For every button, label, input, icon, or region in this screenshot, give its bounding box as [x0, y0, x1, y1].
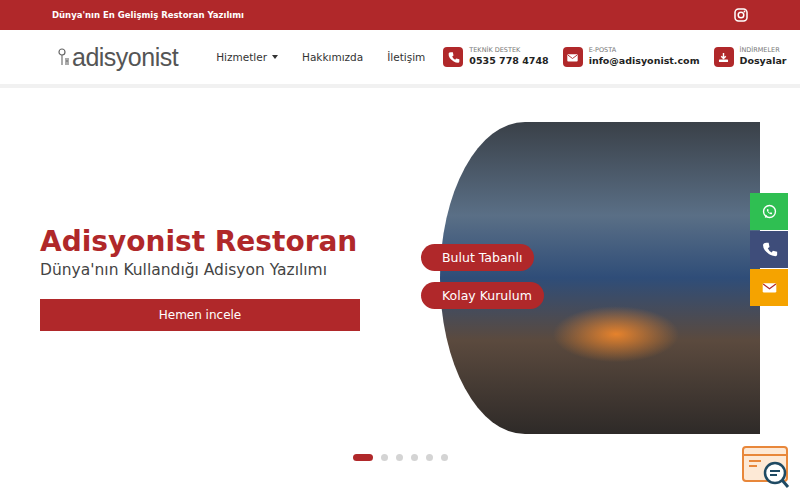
contact-list: TEKNİK DESTEK0535 778 4748 E-POSTAinfo@ad…	[443, 47, 786, 67]
menu-label: Hizmetler	[216, 51, 267, 63]
phone-icon	[443, 47, 463, 67]
slogan: Dünya'nın En Gelişmiş Restoran Yazılımı	[52, 10, 244, 20]
logo-text: adisyonist	[72, 43, 178, 72]
instagram-icon[interactable]	[734, 8, 748, 22]
contact-item[interactable]: E-POSTAinfo@adisyonist.com	[563, 47, 700, 67]
logo-icon	[58, 47, 70, 67]
carousel-dot[interactable]	[353, 454, 373, 461]
contact-text: İNDİRMELERDosyalar	[740, 47, 787, 66]
whatsapp-icon	[761, 203, 778, 220]
hero-subtitle: Dünya'nın Kullandığı Adisyon Yazılımı	[40, 261, 360, 279]
phone-icon	[761, 241, 778, 258]
navbar: adisyonist Hizmetler Hakkımızda İletişim TEK…	[0, 30, 800, 88]
carousel-dots	[0, 454, 800, 461]
carousel-dot[interactable]	[396, 454, 403, 461]
carousel-dot[interactable]	[381, 454, 388, 461]
phone-glyph-icon	[447, 51, 460, 64]
factory-photo	[440, 122, 760, 434]
contact-text: TEKNİK DESTEK0535 778 4748	[469, 47, 548, 66]
contact-item[interactable]: TEKNİK DESTEK0535 778 4748	[443, 47, 548, 67]
menu-label: İletişim	[387, 51, 425, 63]
email-icon	[563, 47, 583, 67]
phone-button[interactable]	[750, 231, 788, 268]
main-menu: Hizmetler Hakkımızda İletişim	[216, 51, 425, 63]
cta-button[interactable]: Hemen incele	[40, 299, 360, 331]
contact-text: E-POSTAinfo@adisyonist.com	[589, 47, 700, 66]
feature-badge: Bulut Tabanlı	[421, 244, 534, 271]
download-glyph-icon	[717, 51, 730, 64]
top-bar: Dünya'nın En Gelişmiş Restoran Yazılımı	[0, 0, 800, 30]
caret-icon	[272, 55, 278, 59]
contact-value: 0535 778 4748	[469, 55, 548, 66]
menu-item[interactable]: Hizmetler	[216, 51, 278, 63]
carousel-dot[interactable]	[441, 454, 448, 461]
menu-label: Hakkımızda	[302, 51, 363, 63]
carousel-dot[interactable]	[411, 454, 418, 461]
contact-item[interactable]: İNDİRMELERDosyalar	[714, 47, 787, 67]
hero-title: Adisyonist Restoran	[40, 225, 360, 259]
download-icon	[714, 47, 734, 67]
carousel-dot[interactable]	[426, 454, 433, 461]
hero-media: Bulut TabanlıKolay Kurulum	[440, 122, 760, 434]
contact-label: TEKNİK DESTEK	[469, 47, 548, 55]
contact-value: Dosyalar	[740, 55, 787, 66]
menu-item[interactable]: Hakkımızda	[302, 51, 363, 63]
menu-item[interactable]: İletişim	[387, 51, 425, 63]
email-glyph-icon	[566, 51, 579, 64]
chat-icon	[741, 444, 791, 490]
hero-text: Adisyonist Restoran Dünya'nın Kullandığı …	[40, 122, 360, 434]
logo[interactable]: adisyonist	[58, 43, 178, 72]
contact-label: E-POSTA	[589, 47, 700, 55]
feature-badge: Kolay Kurulum	[421, 282, 544, 309]
chat-widget[interactable]	[741, 444, 791, 490]
email-icon	[761, 279, 778, 296]
hero: Adisyonist Restoran Dünya'nın Kullandığı …	[0, 88, 800, 434]
contact-label: İNDİRMELER	[740, 47, 787, 55]
email-button[interactable]	[750, 269, 788, 306]
contact-value: info@adisyonist.com	[589, 55, 700, 66]
whatsapp-button[interactable]	[750, 193, 788, 230]
side-buttons	[750, 193, 788, 306]
